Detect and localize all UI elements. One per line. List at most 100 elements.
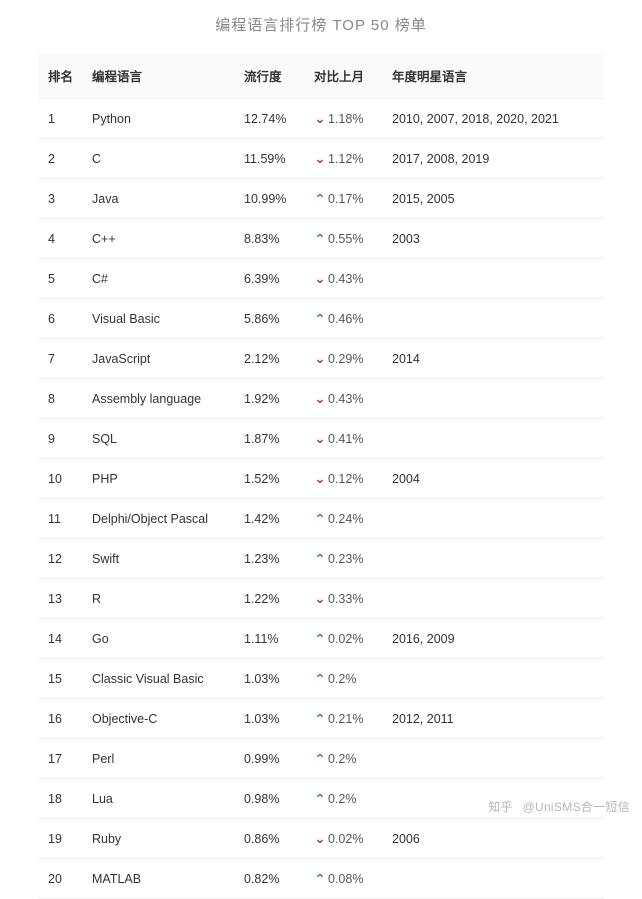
cell-rank: 9 xyxy=(38,419,84,459)
cell-rank: 11 xyxy=(38,499,84,539)
table-wrap: 排名 编程语言 流行度 对比上月 年度明星语言 1Python12.74%⌄1.… xyxy=(0,53,642,899)
change-value: 0.46% xyxy=(328,312,363,326)
cell-popularity: 10.99% xyxy=(236,179,306,219)
cell-popularity: 6.39% xyxy=(236,259,306,299)
cell-popularity: 1.42% xyxy=(236,499,306,539)
cell-popularity: 1.03% xyxy=(236,699,306,739)
arrow-down-icon: ⌄ xyxy=(314,271,326,286)
col-change-header: 对比上月 xyxy=(306,53,384,99)
cell-year_star xyxy=(384,499,604,539)
cell-language: C++ xyxy=(84,219,236,259)
cell-rank: 7 xyxy=(38,339,84,379)
cell-language: C# xyxy=(84,259,236,299)
cell-popularity: 1.22% xyxy=(236,579,306,619)
table-row: 10PHP1.52%⌄0.12%2004 xyxy=(38,459,604,499)
table-row: 3Java10.99%⌃0.17%2015, 2005 xyxy=(38,179,604,219)
cell-rank: 6 xyxy=(38,299,84,339)
arrow-up-icon: ⌃ xyxy=(314,551,326,566)
cell-rank: 2 xyxy=(38,139,84,179)
table-row: 5C#6.39%⌄0.43% xyxy=(38,259,604,299)
ranking-table: 排名 编程语言 流行度 对比上月 年度明星语言 1Python12.74%⌄1.… xyxy=(38,53,604,899)
arrow-up-icon: ⌃ xyxy=(314,511,326,526)
cell-change: ⌃0.02% xyxy=(306,619,384,659)
cell-change: ⌃0.2% xyxy=(306,779,384,819)
cell-year_star xyxy=(384,419,604,459)
cell-change: ⌄0.33% xyxy=(306,579,384,619)
cell-popularity: 1.52% xyxy=(236,459,306,499)
cell-change: ⌃0.46% xyxy=(306,299,384,339)
cell-rank: 10 xyxy=(38,459,84,499)
arrow-down-icon: ⌄ xyxy=(314,431,326,446)
table-row: 14Go1.11%⌃0.02%2016, 2009 xyxy=(38,619,604,659)
cell-popularity: 0.98% xyxy=(236,779,306,819)
change-value: 0.02% xyxy=(328,632,363,646)
cell-year_star: 2003 xyxy=(384,219,604,259)
cell-popularity: 0.82% xyxy=(236,859,306,899)
cell-language: Python xyxy=(84,99,236,139)
change-value: 0.43% xyxy=(328,392,363,406)
change-value: 0.2% xyxy=(328,792,357,806)
cell-change: ⌃0.2% xyxy=(306,659,384,699)
change-value: 0.2% xyxy=(328,752,357,766)
table-row: 16Objective-C1.03%⌃0.21%2012, 2011 xyxy=(38,699,604,739)
table-row: 19Ruby0.86%⌄0.02%2006 xyxy=(38,819,604,859)
cell-change: ⌄0.02% xyxy=(306,819,384,859)
cell-rank: 12 xyxy=(38,539,84,579)
cell-change: ⌃0.55% xyxy=(306,219,384,259)
arrow-up-icon: ⌃ xyxy=(314,311,326,326)
cell-year_star: 2016, 2009 xyxy=(384,619,604,659)
watermark-author: @UniSMS合一短信 xyxy=(523,800,631,814)
change-value: 1.12% xyxy=(328,152,363,166)
table-header-row: 排名 编程语言 流行度 对比上月 年度明星语言 xyxy=(38,53,604,99)
table-row: 11Delphi/Object Pascal1.42%⌃0.24% xyxy=(38,499,604,539)
cell-popularity: 1.23% xyxy=(236,539,306,579)
cell-year_star: 2017, 2008, 2019 xyxy=(384,139,604,179)
change-value: 0.2% xyxy=(328,672,357,686)
cell-rank: 18 xyxy=(38,779,84,819)
cell-year_star xyxy=(384,659,604,699)
cell-change: ⌄0.43% xyxy=(306,259,384,299)
cell-year_star xyxy=(384,259,604,299)
cell-language: PHP xyxy=(84,459,236,499)
arrow-down-icon: ⌄ xyxy=(314,471,326,486)
arrow-up-icon: ⌃ xyxy=(314,711,326,726)
cell-popularity: 12.74% xyxy=(236,99,306,139)
cell-rank: 16 xyxy=(38,699,84,739)
cell-change: ⌄0.12% xyxy=(306,459,384,499)
cell-year_star: 2014 xyxy=(384,339,604,379)
change-value: 0.17% xyxy=(328,192,363,206)
col-language-header: 编程语言 xyxy=(84,53,236,99)
cell-rank: 15 xyxy=(38,659,84,699)
cell-popularity: 1.11% xyxy=(236,619,306,659)
change-value: 0.43% xyxy=(328,272,363,286)
table-row: 7JavaScript2.12%⌄0.29%2014 xyxy=(38,339,604,379)
table-row: 13R1.22%⌄0.33% xyxy=(38,579,604,619)
cell-popularity: 1.92% xyxy=(236,379,306,419)
cell-year_star: 2004 xyxy=(384,459,604,499)
table-row: 12Swift1.23%⌃0.23% xyxy=(38,539,604,579)
table-row: 1Python12.74%⌄1.18%2010, 2007, 2018, 202… xyxy=(38,99,604,139)
cell-popularity: 0.86% xyxy=(236,819,306,859)
cell-year_star xyxy=(384,859,604,899)
cell-language: SQL xyxy=(84,419,236,459)
cell-change: ⌃0.2% xyxy=(306,739,384,779)
change-value: 0.55% xyxy=(328,232,363,246)
cell-language: C xyxy=(84,139,236,179)
cell-year_star xyxy=(384,739,604,779)
cell-change: ⌄0.43% xyxy=(306,379,384,419)
cell-year_star: 2006 xyxy=(384,819,604,859)
change-value: 0.41% xyxy=(328,432,363,446)
cell-popularity: 11.59% xyxy=(236,139,306,179)
arrow-up-icon: ⌃ xyxy=(314,191,326,206)
cell-rank: 13 xyxy=(38,579,84,619)
change-value: 1.18% xyxy=(328,112,363,126)
cell-change: ⌄0.41% xyxy=(306,419,384,459)
change-value: 0.08% xyxy=(328,872,363,886)
table-row: 4C++8.83%⌃0.55%2003 xyxy=(38,219,604,259)
cell-change: ⌄0.29% xyxy=(306,339,384,379)
cell-rank: 5 xyxy=(38,259,84,299)
cell-change: ⌃0.21% xyxy=(306,699,384,739)
cell-year_star xyxy=(384,299,604,339)
table-row: 8Assembly language1.92%⌄0.43% xyxy=(38,379,604,419)
cell-rank: 20 xyxy=(38,859,84,899)
